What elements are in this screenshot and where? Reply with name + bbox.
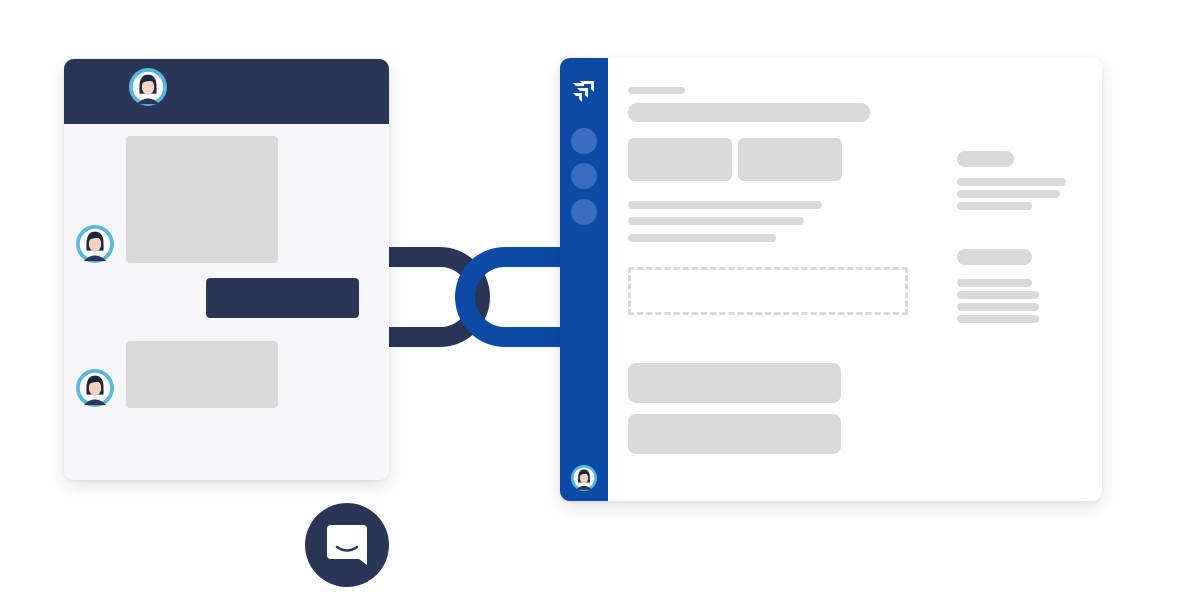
chat-message-bubble	[126, 341, 278, 408]
details-line	[957, 291, 1039, 299]
user-avatar-icon	[76, 225, 114, 263]
messenger-launcher-button[interactable]	[305, 503, 389, 587]
jira-logo-icon[interactable]	[570, 77, 598, 105]
details-line	[957, 190, 1060, 198]
text-line	[628, 201, 822, 209]
list-item[interactable]	[628, 363, 841, 403]
sidebar-nav-item[interactable]	[571, 199, 597, 225]
page-title	[628, 103, 870, 122]
action-button[interactable]	[738, 138, 842, 181]
chat-message-bubble	[126, 136, 278, 263]
details-line	[957, 178, 1066, 186]
list-item[interactable]	[628, 414, 841, 454]
chat-reply-bubble	[206, 278, 359, 318]
chat-conversation	[64, 124, 389, 480]
user-avatar-icon	[76, 369, 114, 407]
breadcrumb	[628, 87, 685, 94]
app-window	[560, 58, 1102, 501]
details-line	[957, 202, 1032, 210]
link-drop-field[interactable]	[628, 267, 908, 315]
details-line	[957, 279, 1032, 287]
details-heading	[957, 249, 1032, 265]
chat-bubble-smile-icon	[327, 525, 367, 565]
details-line	[957, 315, 1039, 323]
sidebar-nav-item[interactable]	[571, 163, 597, 189]
app-sidebar	[560, 58, 608, 501]
user-avatar-icon[interactable]	[571, 465, 597, 491]
chat-window	[64, 59, 389, 480]
sidebar-nav-item[interactable]	[571, 128, 597, 154]
text-line	[628, 217, 804, 225]
details-heading	[957, 151, 1014, 167]
action-button[interactable]	[628, 138, 732, 181]
chat-header	[64, 59, 389, 124]
user-avatar-icon	[129, 68, 167, 106]
details-line	[957, 303, 1039, 311]
text-line	[628, 234, 776, 242]
